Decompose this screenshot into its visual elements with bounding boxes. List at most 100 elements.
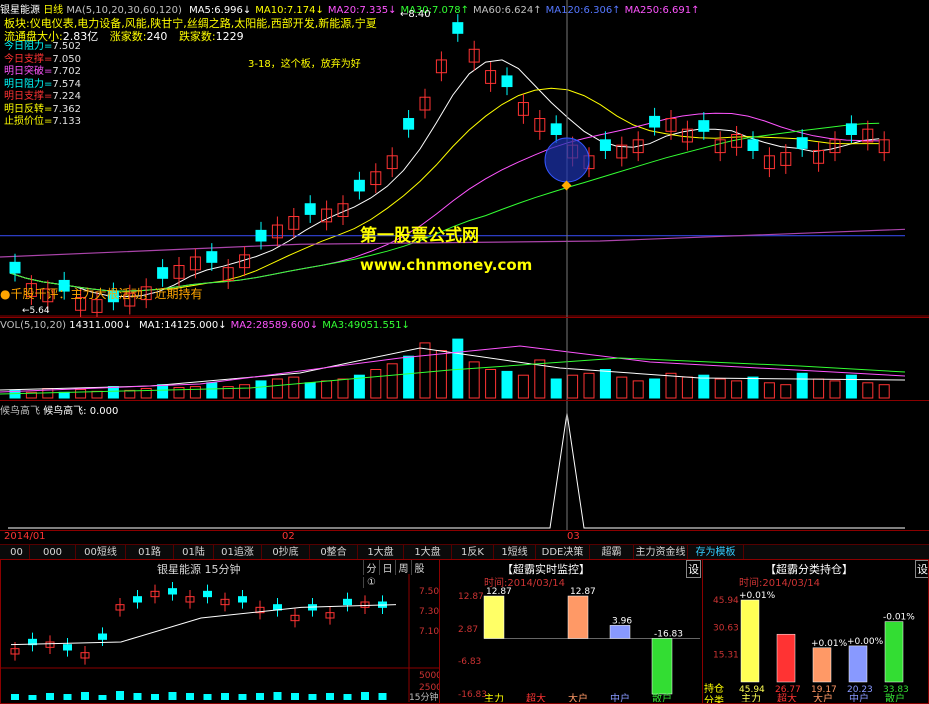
volume-bar — [862, 382, 874, 399]
formula-tab[interactable]: 主力资金线 — [634, 545, 688, 560]
mini-volume-bar — [11, 694, 19, 700]
holdings-change-label: +0.00% — [847, 637, 884, 647]
formula-tabs: 0000000短线01路01陆01追涨0抄底0整合1大盘1大盘DDX1反K1短线… — [0, 544, 929, 560]
holdings-bar — [884, 621, 904, 683]
volume-bar — [501, 370, 513, 399]
volume-bar — [403, 355, 415, 399]
mini-volume-bar — [221, 693, 229, 700]
volume-bar — [386, 363, 398, 399]
holdings-panel[interactable]: 【超霸分类持仓】 设 时间:2014/03/14 持仓 分类 45.94 30.6… — [702, 559, 929, 704]
formula-tab[interactable]: 00 — [4, 545, 30, 560]
monitor-category-label: 超大 — [526, 692, 546, 702]
mini-candle-body — [238, 596, 247, 603]
mini-period-button[interactable]: 股 — [411, 560, 427, 575]
mini-period-button[interactable]: 周 — [395, 560, 411, 575]
ma-item-value: 6.691↑ — [662, 5, 700, 16]
formula-tab[interactable]: 1大盘DDX — [404, 545, 452, 560]
formula-tab[interactable]: 01追涨 — [214, 545, 262, 560]
volume-bar — [288, 376, 300, 399]
price-level-value: 7.502 — [52, 41, 82, 52]
formula-tab[interactable]: DDE决策 — [536, 545, 590, 560]
formula-tab[interactable]: 1短线 — [494, 545, 536, 560]
volume-bar — [157, 384, 169, 399]
volume-bar — [829, 380, 841, 399]
ma-item-value: 6.306↑ — [583, 5, 621, 16]
vol-ma-value: 49051.551↓ — [347, 320, 410, 331]
formula-tab[interactable]: 000 — [30, 545, 76, 560]
price-level-label: 明日支撑= — [4, 91, 53, 102]
mini-volume-bar — [273, 692, 282, 700]
price-level-value: 7.702 — [52, 66, 82, 77]
volume-bar — [681, 376, 693, 399]
low-label: ←5.64 — [22, 306, 50, 316]
monitor-bar — [651, 638, 673, 695]
vol-ma-name: MA3: — [322, 320, 348, 331]
formula-tab[interactable]: 01路 — [126, 545, 174, 560]
holdings-change-label: +0.01% — [739, 591, 776, 601]
candle-body — [599, 139, 611, 151]
candle-body — [9, 261, 21, 274]
formula-tab[interactable]: 1反K — [452, 545, 494, 560]
monitor-bar-label: 12.87 — [486, 587, 512, 597]
mini-volume-bar — [256, 693, 264, 700]
kline-panel[interactable]: 银星能源 日线 MA(5,10,20,30,60,120) MA5:6.996↓… — [0, 0, 929, 317]
formula-tab[interactable]: 0抄底 — [262, 545, 310, 560]
formula-tab[interactable]: 01陆 — [174, 545, 214, 560]
mini-ma-line — [10, 604, 397, 646]
formula-tab[interactable]: 00短线 — [76, 545, 126, 560]
price-level-row: 明日支撑=7.224 — [4, 91, 81, 104]
mini-volume-bar — [203, 694, 212, 700]
holdings-category-label: 超大 — [777, 692, 797, 702]
monitor-bar-label: -16.83 — [654, 629, 683, 639]
volume-bar — [599, 369, 611, 399]
mini-volume-bar — [186, 693, 194, 700]
mini-volume-bar — [326, 693, 334, 700]
candle-body — [796, 137, 808, 149]
mini-volume-bar — [98, 695, 107, 700]
formula-tab[interactable]: 超霸 — [590, 545, 634, 560]
monitor-settings-button[interactable]: 设 — [686, 560, 701, 578]
vol-ma-value: 14125.000↓ — [164, 320, 227, 331]
mini-candle-body — [133, 596, 142, 603]
volume-bar — [731, 380, 743, 399]
volume-bar — [337, 378, 349, 399]
candle-body — [698, 120, 710, 132]
ma-item-value: 6.624↑ — [504, 5, 542, 16]
mini-period-button[interactable]: 分 — [363, 560, 379, 575]
holdings-axis-label: 45.94 — [713, 596, 739, 606]
volume-bar — [665, 372, 677, 399]
holdings-bar — [848, 645, 868, 683]
monitor-panel[interactable]: 【超霸实时监控】 设 时间:2014/03/14 12.87 2.87 -6.83-… — [439, 559, 703, 704]
formula-tab[interactable]: 1大盘 — [358, 545, 404, 560]
price-level-label: 明日突破= — [4, 66, 53, 77]
mini-period-button[interactable]: 日 — [379, 560, 395, 575]
mini-chart[interactable]: 7.507.307.1050002500 — [1, 574, 439, 702]
highlight-circle — [544, 137, 590, 183]
holdings-settings-button[interactable]: 设 — [915, 560, 928, 578]
monitor-chart[interactable]: 12.87 2.87 -6.83 -16.83 12.87 主力 超大 12.87 大户 3.96… — [440, 584, 702, 702]
volume-bar — [321, 380, 333, 399]
formula-tab[interactable]: 0整合 — [310, 545, 358, 560]
volume-bar — [649, 378, 661, 399]
price-level-row: 今日支撑=7.050 — [4, 54, 81, 67]
mini-volume-bar — [168, 692, 177, 700]
monitor-bar — [567, 595, 589, 639]
formula-tab[interactable]: 存为模板 — [688, 545, 744, 560]
indicator-chart[interactable] — [0, 401, 929, 531]
indicator-panel[interactable]: 候鸟高飞 候鸟高飞: 0.000 — [0, 400, 929, 531]
vol-ma-value: 28589.600↓ — [255, 320, 319, 331]
peak-label: ←8.40 — [400, 9, 431, 20]
mini-volume-bar — [343, 694, 352, 700]
price-level-row: 明日阻力=7.574 — [4, 79, 81, 92]
mini-volume-bar — [63, 694, 72, 700]
price-level-value: 7.362 — [52, 103, 82, 115]
candle-body — [501, 75, 513, 88]
volume-panel[interactable]: VOL(5,10,20) 14311.000↓ MA1:14125.000↓ MA… — [0, 317, 929, 401]
volume-bar — [173, 387, 185, 399]
price-level-value: 7.133 — [52, 116, 82, 127]
mini-chart-panel[interactable]: 银星能源 15分钟 分日周股① 7.507.307.1050002500 15分… — [0, 559, 440, 704]
mini-axis-label: 7.50 — [419, 587, 439, 597]
volume-bar — [550, 378, 562, 399]
holdings-chart[interactable]: 45.9430.6315.31+0.01%45.94主力26.77超大+0.01… — [703, 584, 928, 702]
holdings-axis-label: 30.63 — [713, 623, 739, 633]
